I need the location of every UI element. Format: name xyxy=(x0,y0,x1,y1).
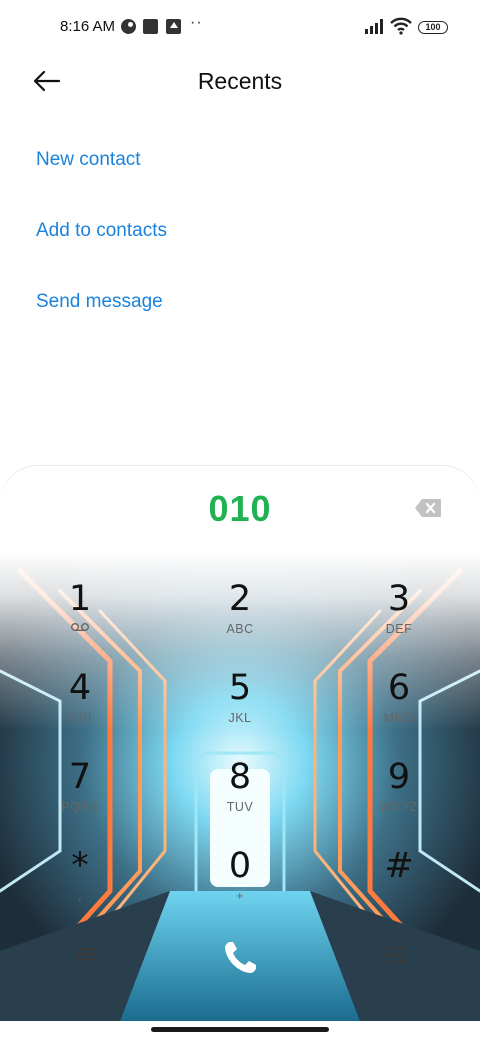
key-digit: 0 xyxy=(228,846,252,886)
key-hash[interactable]: # xyxy=(339,846,459,926)
signal-icon xyxy=(365,19,385,34)
dialed-number: 010 xyxy=(208,488,272,529)
key-digit: 6 xyxy=(387,668,411,708)
menu-button[interactable] xyxy=(74,946,96,962)
home-indicator[interactable] xyxy=(151,1027,329,1032)
new-contact-link[interactable]: New contact xyxy=(36,149,141,171)
key-letters: PQRS xyxy=(61,800,99,814)
key-letters: WXYZ xyxy=(379,800,419,814)
add-to-contacts-link[interactable]: Add to contacts xyxy=(36,220,167,242)
menu-icon xyxy=(75,948,95,960)
key-1[interactable]: 1 xyxy=(20,579,140,659)
key-8[interactable]: 8 TUV xyxy=(180,757,300,837)
key-letters: + xyxy=(236,889,244,903)
phone-icon xyxy=(225,942,256,973)
notification-circle-icon xyxy=(121,19,136,34)
call-button[interactable] xyxy=(218,936,262,980)
key-letters: DEF xyxy=(385,622,413,636)
send-message-link[interactable]: Send message xyxy=(36,291,163,313)
battery-icon: 100 xyxy=(418,21,448,34)
keypad-icon xyxy=(385,945,405,965)
key-4[interactable]: 4 GHI xyxy=(20,668,140,748)
square-app-icon xyxy=(143,19,158,34)
backspace-icon xyxy=(415,499,441,517)
key-digit: 4 xyxy=(68,668,92,708)
dialpad-panel: 010 1 2 ABC 3 DEF 4 GHI 5 JKL 6 MNO 7 PQ… xyxy=(0,465,480,1040)
key-digit: 1 xyxy=(68,579,92,619)
header: Recents xyxy=(0,56,480,108)
more-notifications-icon: ·· xyxy=(190,14,203,31)
key-letters: , xyxy=(78,889,82,903)
key-digit: 8 xyxy=(228,757,252,797)
key-digit: 9 xyxy=(387,757,411,797)
key-digit: 5 xyxy=(228,668,252,708)
key-digit: 2 xyxy=(228,579,252,619)
key-5[interactable]: 5 JKL xyxy=(180,668,300,748)
key-digit: * xyxy=(71,846,89,886)
upload-icon xyxy=(166,19,181,34)
key-0[interactable]: 0 + xyxy=(180,846,300,926)
keypad-toggle-button[interactable] xyxy=(384,944,406,966)
backspace-button[interactable] xyxy=(414,498,442,518)
key-7[interactable]: 7 PQRS xyxy=(20,757,140,837)
key-letters: MNO xyxy=(383,711,415,725)
key-digit: # xyxy=(384,846,414,886)
key-6[interactable]: 6 MNO xyxy=(339,668,459,748)
key-letters: ABC xyxy=(226,622,254,636)
status-bar: 8:16 AM ·· 100 xyxy=(0,0,480,56)
key-letters: GHI xyxy=(68,711,92,725)
page-title: Recents xyxy=(197,68,283,94)
wifi-icon xyxy=(390,17,412,40)
key-3[interactable]: 3 DEF xyxy=(339,579,459,659)
key-digit: 7 xyxy=(68,757,92,797)
key-star[interactable]: * , xyxy=(20,846,140,926)
key-letters: JKL xyxy=(228,711,252,725)
voicemail-icon xyxy=(20,621,140,637)
key-letters: TUV xyxy=(226,800,254,814)
key-2[interactable]: 2 ABC xyxy=(180,579,300,659)
key-digit: 3 xyxy=(387,579,411,619)
key-9[interactable]: 9 WXYZ xyxy=(339,757,459,837)
status-time: 8:16 AM xyxy=(60,18,116,35)
